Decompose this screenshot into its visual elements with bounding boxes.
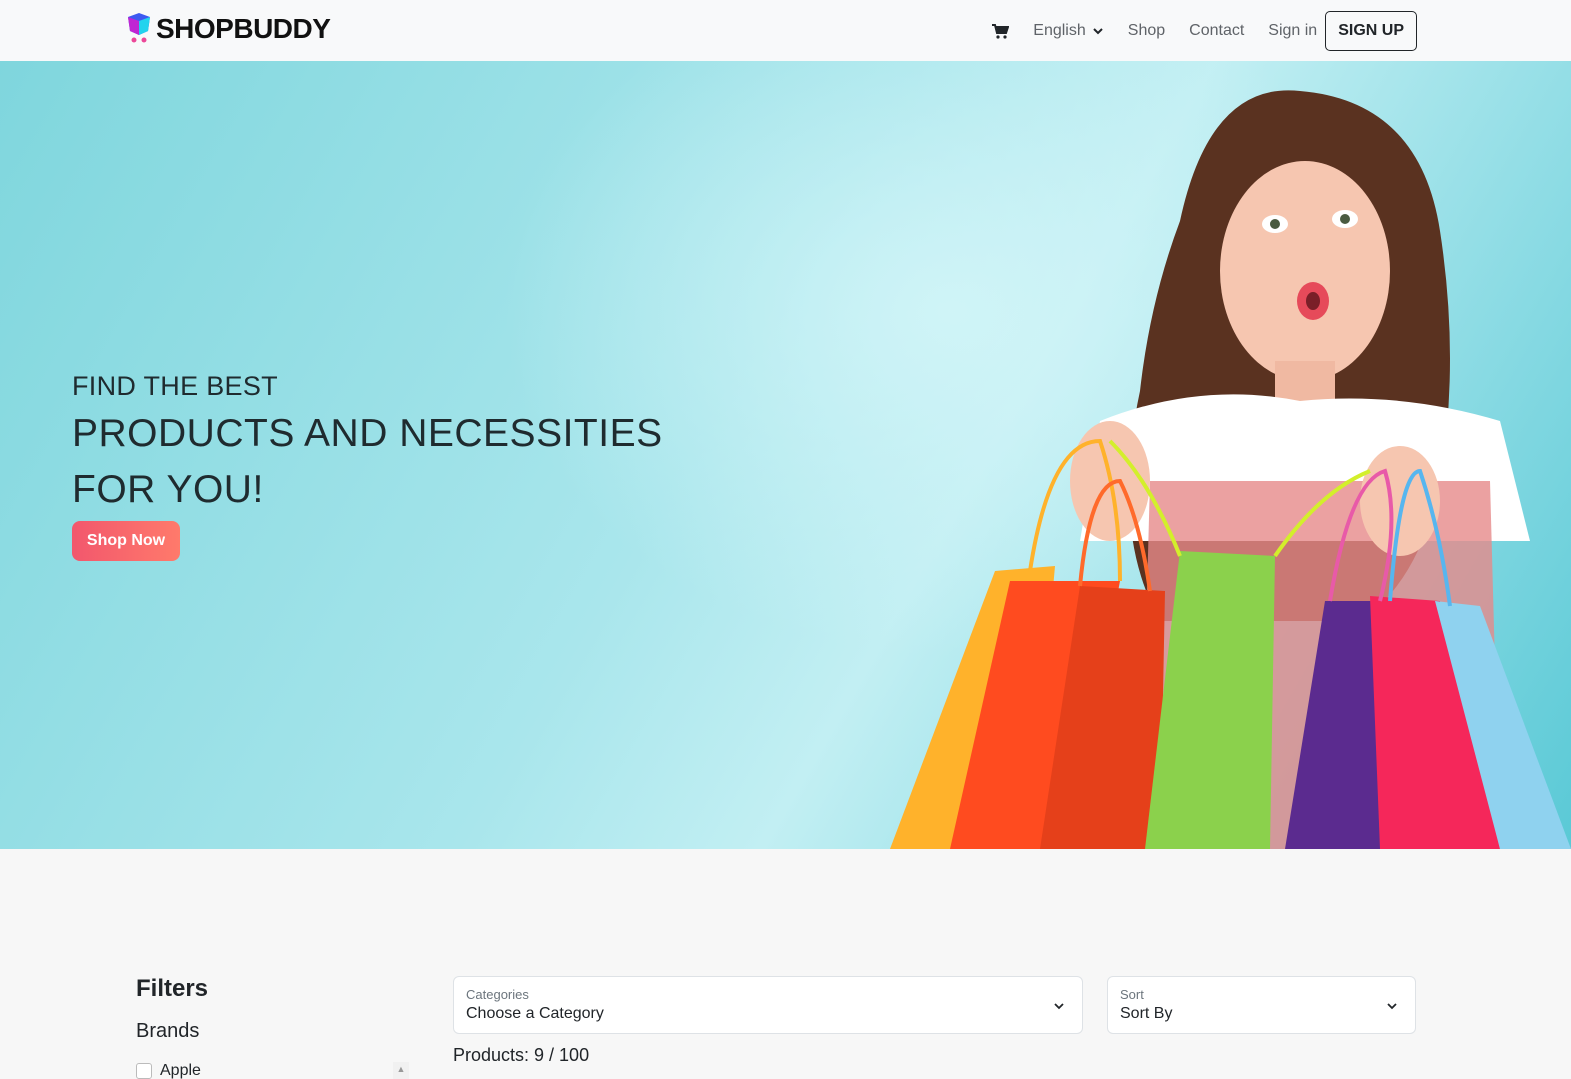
filters-title: Filters	[136, 975, 209, 1002]
categories-select[interactable]: Categories Choose a Category	[453, 976, 1083, 1034]
brand-filter-apple[interactable]: Apple	[136, 1062, 201, 1079]
shop-link[interactable]: Shop	[1128, 22, 1165, 40]
language-label: English	[1033, 22, 1086, 39]
brand[interactable]: SHOPBUDDY	[126, 13, 331, 45]
sort-select[interactable]: Sort Sort By	[1107, 976, 1416, 1034]
language-dropdown[interactable]: English	[1033, 22, 1103, 40]
chevron-down-icon	[1054, 1003, 1064, 1010]
signup-button[interactable]: SIGN UP	[1325, 11, 1417, 51]
hero-line-2: PRODUCTS AND NECESSITIES	[72, 412, 663, 455]
signin-link[interactable]: Sign in	[1268, 22, 1317, 40]
sort-label: Sort	[1120, 987, 1144, 1002]
categories-value: Choose a Category	[466, 1005, 604, 1022]
cart-icon	[992, 24, 1010, 39]
cart-link[interactable]	[991, 22, 1010, 40]
nav-links: English Shop Contact Sign in SIGN UP	[991, 11, 1417, 51]
chevron-down-icon	[1093, 28, 1103, 35]
hero-line-3: FOR YOU!	[72, 468, 264, 511]
products-count: Products: 9 / 100	[453, 1045, 590, 1065]
chevron-down-icon	[1387, 1003, 1397, 1010]
filters-scrollbar-up-icon[interactable]: ▲	[393, 1062, 409, 1079]
shop-now-button[interactable]: Shop Now	[72, 521, 180, 561]
hero-headline: FIND THE BEST PRODUCTS AND NECESSITIES F…	[72, 366, 663, 518]
hero-line-1: FIND THE BEST	[72, 371, 278, 401]
brand-name: SHOPBUDDY	[156, 13, 331, 44]
contact-link[interactable]: Contact	[1189, 22, 1244, 40]
hero-shopper-image	[890, 90, 1571, 849]
brand-label: Apple	[160, 1062, 201, 1079]
categories-label: Categories	[466, 987, 529, 1002]
navbar: SHOPBUDDY English Shop Contact Sign in S…	[0, 0, 1571, 61]
brands-title: Brands	[136, 1020, 200, 1042]
sort-value: Sort By	[1120, 1005, 1173, 1022]
brand-checkbox[interactable]	[136, 1063, 152, 1079]
hero-banner: FIND THE BEST PRODUCTS AND NECESSITIES F…	[0, 61, 1571, 849]
shopbuddy-logo-icon	[128, 13, 150, 43]
